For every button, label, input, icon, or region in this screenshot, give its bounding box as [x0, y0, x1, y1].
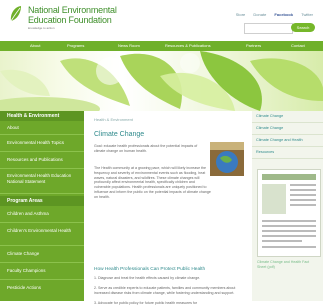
sidebar-item-topics[interactable]: Environmental Health Topics — [0, 135, 84, 152]
fact-sheet-caption[interactable]: Climate Change and Health Fact Sheet (pd… — [257, 260, 319, 269]
rail-link-climate-change[interactable]: Climate Change — [252, 111, 323, 123]
right-rail: Climate Change Climate Change Climate Ch… — [252, 111, 323, 301]
leaves-illustration — [0, 51, 323, 111]
nav-resources[interactable]: Resources & Publications — [165, 43, 211, 48]
list-item-1: 1. Diagnose and treat the health effects… — [94, 276, 201, 280]
rail-link-climate-change-2[interactable]: Climate Change — [252, 123, 323, 135]
search-button[interactable]: Search — [291, 23, 315, 32]
sidebar-heading-programs: Program Areas — [0, 196, 84, 206]
document-preview-icon — [262, 174, 316, 248]
twitter-link[interactable]: Twitter — [301, 12, 313, 17]
nav-partners[interactable]: Partners — [246, 43, 261, 48]
page: National Environmental Education Foundat… — [0, 0, 323, 305]
left-sidebar: Health & Environment About Environmental… — [0, 111, 84, 301]
sidebar-item-climate-change[interactable]: Climate Change — [0, 246, 84, 263]
sidebar-item-pesticide[interactable]: Pesticide Actions — [0, 280, 84, 296]
leaf-banner — [0, 51, 323, 111]
earth-illustration-icon — [210, 142, 244, 176]
search-input[interactable] — [244, 23, 293, 34]
site-header: National Environmental Education Foundat… — [0, 0, 323, 40]
nav-contact[interactable]: Contact — [291, 43, 305, 48]
sidebar-item-resources[interactable]: Resources and Publications — [0, 152, 84, 169]
fact-sheet-thumbnail[interactable] — [257, 169, 321, 257]
goal-paragraph: Goal: educate health professionals about… — [94, 144, 198, 153]
main-nav: About Programs News Room Resources & Pub… — [0, 41, 323, 51]
subheading-protect-health: How Health Professionals Can Protect Pub… — [94, 267, 206, 272]
org-tagline: knowledge to action — [28, 26, 55, 30]
sidebar-heading-health: Health & Environment — [0, 111, 84, 121]
section-label: Health & Environment — [94, 117, 133, 122]
utility-links: Store Donate Facebook Twitter — [229, 12, 313, 17]
donate-link[interactable]: Donate — [253, 12, 266, 17]
sidebar-item-faculty[interactable]: Faculty Champions — [0, 263, 84, 280]
org-name-line2: Education Foundation — [28, 15, 112, 25]
sidebar-item-national-statement[interactable]: Environmental Health Education National … — [0, 169, 84, 194]
rail-link-climate-health[interactable]: Climate Change and Health — [252, 135, 323, 147]
org-name-line1: National Environmental — [28, 5, 117, 15]
climate-image — [210, 142, 244, 176]
nav-about[interactable]: About — [30, 43, 40, 48]
rail-link-resources[interactable]: Resources — [252, 147, 323, 159]
sidebar-item-children-asthma[interactable]: Children and Asthma — [0, 206, 84, 223]
leaf-logo-icon — [8, 4, 24, 24]
intro-paragraph: The Health community at a growing pace, … — [94, 166, 211, 199]
list-item-3: 3. Advocate for public policy for future… — [94, 301, 198, 305]
sidebar-item-about[interactable]: About — [0, 121, 84, 135]
sidebar-item-childrens-health[interactable]: Children's Environmental Health — [0, 223, 84, 246]
nav-programs[interactable]: Programs — [67, 43, 84, 48]
nav-news-room[interactable]: News Room — [118, 43, 140, 48]
list-item-2: 2. Serve as credible experts to educate … — [94, 286, 236, 295]
page-title: Climate Change — [94, 131, 145, 138]
store-link[interactable]: Store — [236, 12, 246, 17]
main-content: Health & Environment Climate Change Goal… — [88, 111, 248, 305]
facebook-link[interactable]: Facebook — [274, 12, 293, 17]
